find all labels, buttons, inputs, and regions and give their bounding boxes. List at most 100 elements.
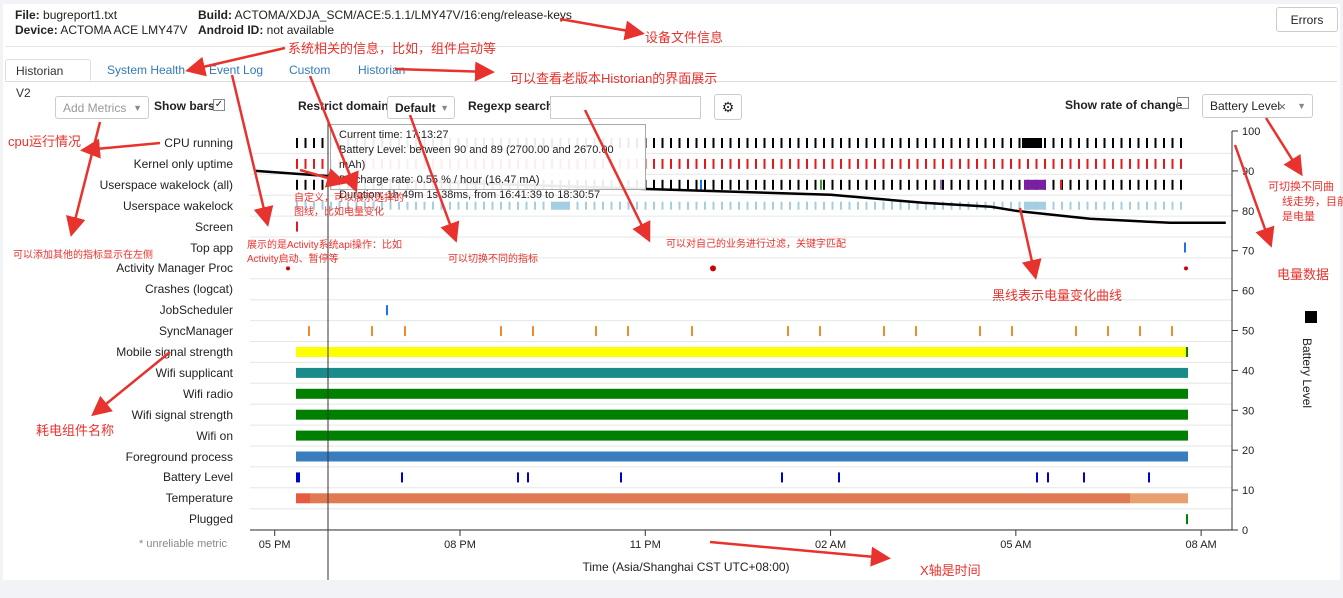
event-tick <box>831 138 834 148</box>
event-tick <box>984 158 987 169</box>
event-tick <box>712 179 715 190</box>
state-bar <box>1186 347 1188 357</box>
event-tick <box>746 179 749 190</box>
x-tick-label: 02 AM <box>815 539 846 551</box>
event-tick <box>1052 179 1055 190</box>
event-tick <box>1086 201 1089 210</box>
event-tick <box>304 138 307 148</box>
event-tick <box>1146 201 1148 210</box>
event-tick <box>386 305 388 316</box>
temperature-bar <box>296 493 310 504</box>
y-axis-label: Battery Level <box>1300 338 1314 408</box>
event-tick <box>1095 201 1097 210</box>
event-tick <box>1171 179 1174 190</box>
annotation-activity-ops-1: 展示的是Activity系统api操作：比如 <box>247 240 403 251</box>
event-tick <box>755 158 757 169</box>
event-tick <box>865 158 868 169</box>
event-tick <box>687 158 689 169</box>
legend-swatch <box>1305 311 1317 323</box>
annotation-filter: 可以对自己的业务进行过滤，关键字匹配 <box>666 239 846 250</box>
event-tick <box>1078 179 1080 190</box>
event-tick <box>1001 138 1004 148</box>
annotation-custom-1: 自定义，可以展示选择的 <box>294 193 404 204</box>
event-tick <box>823 158 825 169</box>
event-tick <box>1018 179 1021 190</box>
event-tick <box>1129 158 1131 169</box>
event-tick <box>831 158 834 169</box>
event-tick <box>1001 158 1004 169</box>
battery-tick <box>401 472 403 483</box>
event-tick <box>721 158 723 169</box>
annotation-component-names: 耗电组件名称 <box>36 423 115 438</box>
annotation-x-axis-time: X轴是时间 <box>920 563 981 578</box>
sync-tick <box>500 326 502 337</box>
event-tick <box>1146 158 1148 169</box>
event-tick <box>296 158 298 169</box>
event-tick <box>1069 138 1072 148</box>
event-tick <box>1095 179 1097 190</box>
event-tick <box>848 201 851 210</box>
event-tick <box>687 179 689 190</box>
event-tick <box>848 179 851 190</box>
event-tick <box>967 138 970 148</box>
event-tick <box>1095 158 1097 169</box>
event-tick <box>950 179 953 190</box>
event-tick <box>891 201 893 210</box>
event-tick <box>882 138 885 148</box>
event-tick <box>967 158 970 169</box>
event-tick <box>1154 179 1157 190</box>
annotation-system-info: 系统相关的信息，比如，组件启动等 <box>288 41 497 56</box>
event-tick <box>984 179 987 190</box>
event-tick <box>1018 158 1021 169</box>
event-tick <box>700 179 702 190</box>
tooltip-battery-level: Battery Level: between 90 and 89 (2700.0… <box>339 144 614 171</box>
state-bar <box>296 367 1188 378</box>
x-axis-label: Time (Asia/Shanghai CST UTC+08:00) <box>582 560 789 574</box>
annotation-switch-curve-3: 是电量 <box>1282 211 1315 223</box>
event-tick <box>661 201 664 210</box>
event-tick <box>670 158 672 169</box>
event-tick <box>763 138 766 148</box>
event-tick <box>950 138 953 148</box>
sync-tick <box>404 326 406 337</box>
event-tick <box>755 201 757 210</box>
tooltip-current-time: Current time: 17:13:27 <box>339 129 449 141</box>
event-tick <box>1044 158 1046 169</box>
x-tick-label: 11 PM <box>630 539 661 551</box>
event-tick <box>738 179 740 190</box>
event-tick <box>670 201 672 210</box>
annotation-activity-ops-2: Activity启动、暂停等 <box>247 254 339 265</box>
event-tick <box>653 201 655 210</box>
event-tick <box>857 158 859 169</box>
sync-tick <box>595 326 597 337</box>
event-tick <box>933 158 936 169</box>
event-tick <box>729 179 732 190</box>
event-tick <box>933 179 936 190</box>
sync-tick <box>1011 326 1013 337</box>
event-tick <box>1163 158 1165 169</box>
event-tick <box>993 158 995 169</box>
timeline-chart[interactable]: 05 PM 08 PM 11 PM 02 AM 05 AM 08 AM Time (Asia… <box>0 0 1343 598</box>
event-tick <box>814 138 817 148</box>
event-tick <box>976 179 978 190</box>
event-tick <box>840 158 842 169</box>
event-tick <box>1154 201 1157 210</box>
event-tick <box>1052 138 1055 148</box>
event-tick <box>967 179 970 190</box>
event-tick <box>729 138 732 148</box>
event-tick <box>678 201 681 210</box>
y-tick-label: 30 <box>1242 405 1254 417</box>
event-tick <box>704 201 706 210</box>
event-tick <box>738 138 740 148</box>
crash-dot <box>286 266 290 271</box>
event-tick <box>1086 179 1089 190</box>
event-tick <box>695 158 698 169</box>
event-tick <box>865 201 868 210</box>
annotation-custom-2: 图线，比如电量变化 <box>294 207 384 218</box>
event-tick <box>695 138 698 148</box>
battery-tick <box>1148 472 1150 483</box>
event-tick <box>857 179 859 190</box>
y-tick-label: 50 <box>1242 326 1254 338</box>
event-tick <box>1103 158 1106 169</box>
event-tick <box>823 138 825 148</box>
